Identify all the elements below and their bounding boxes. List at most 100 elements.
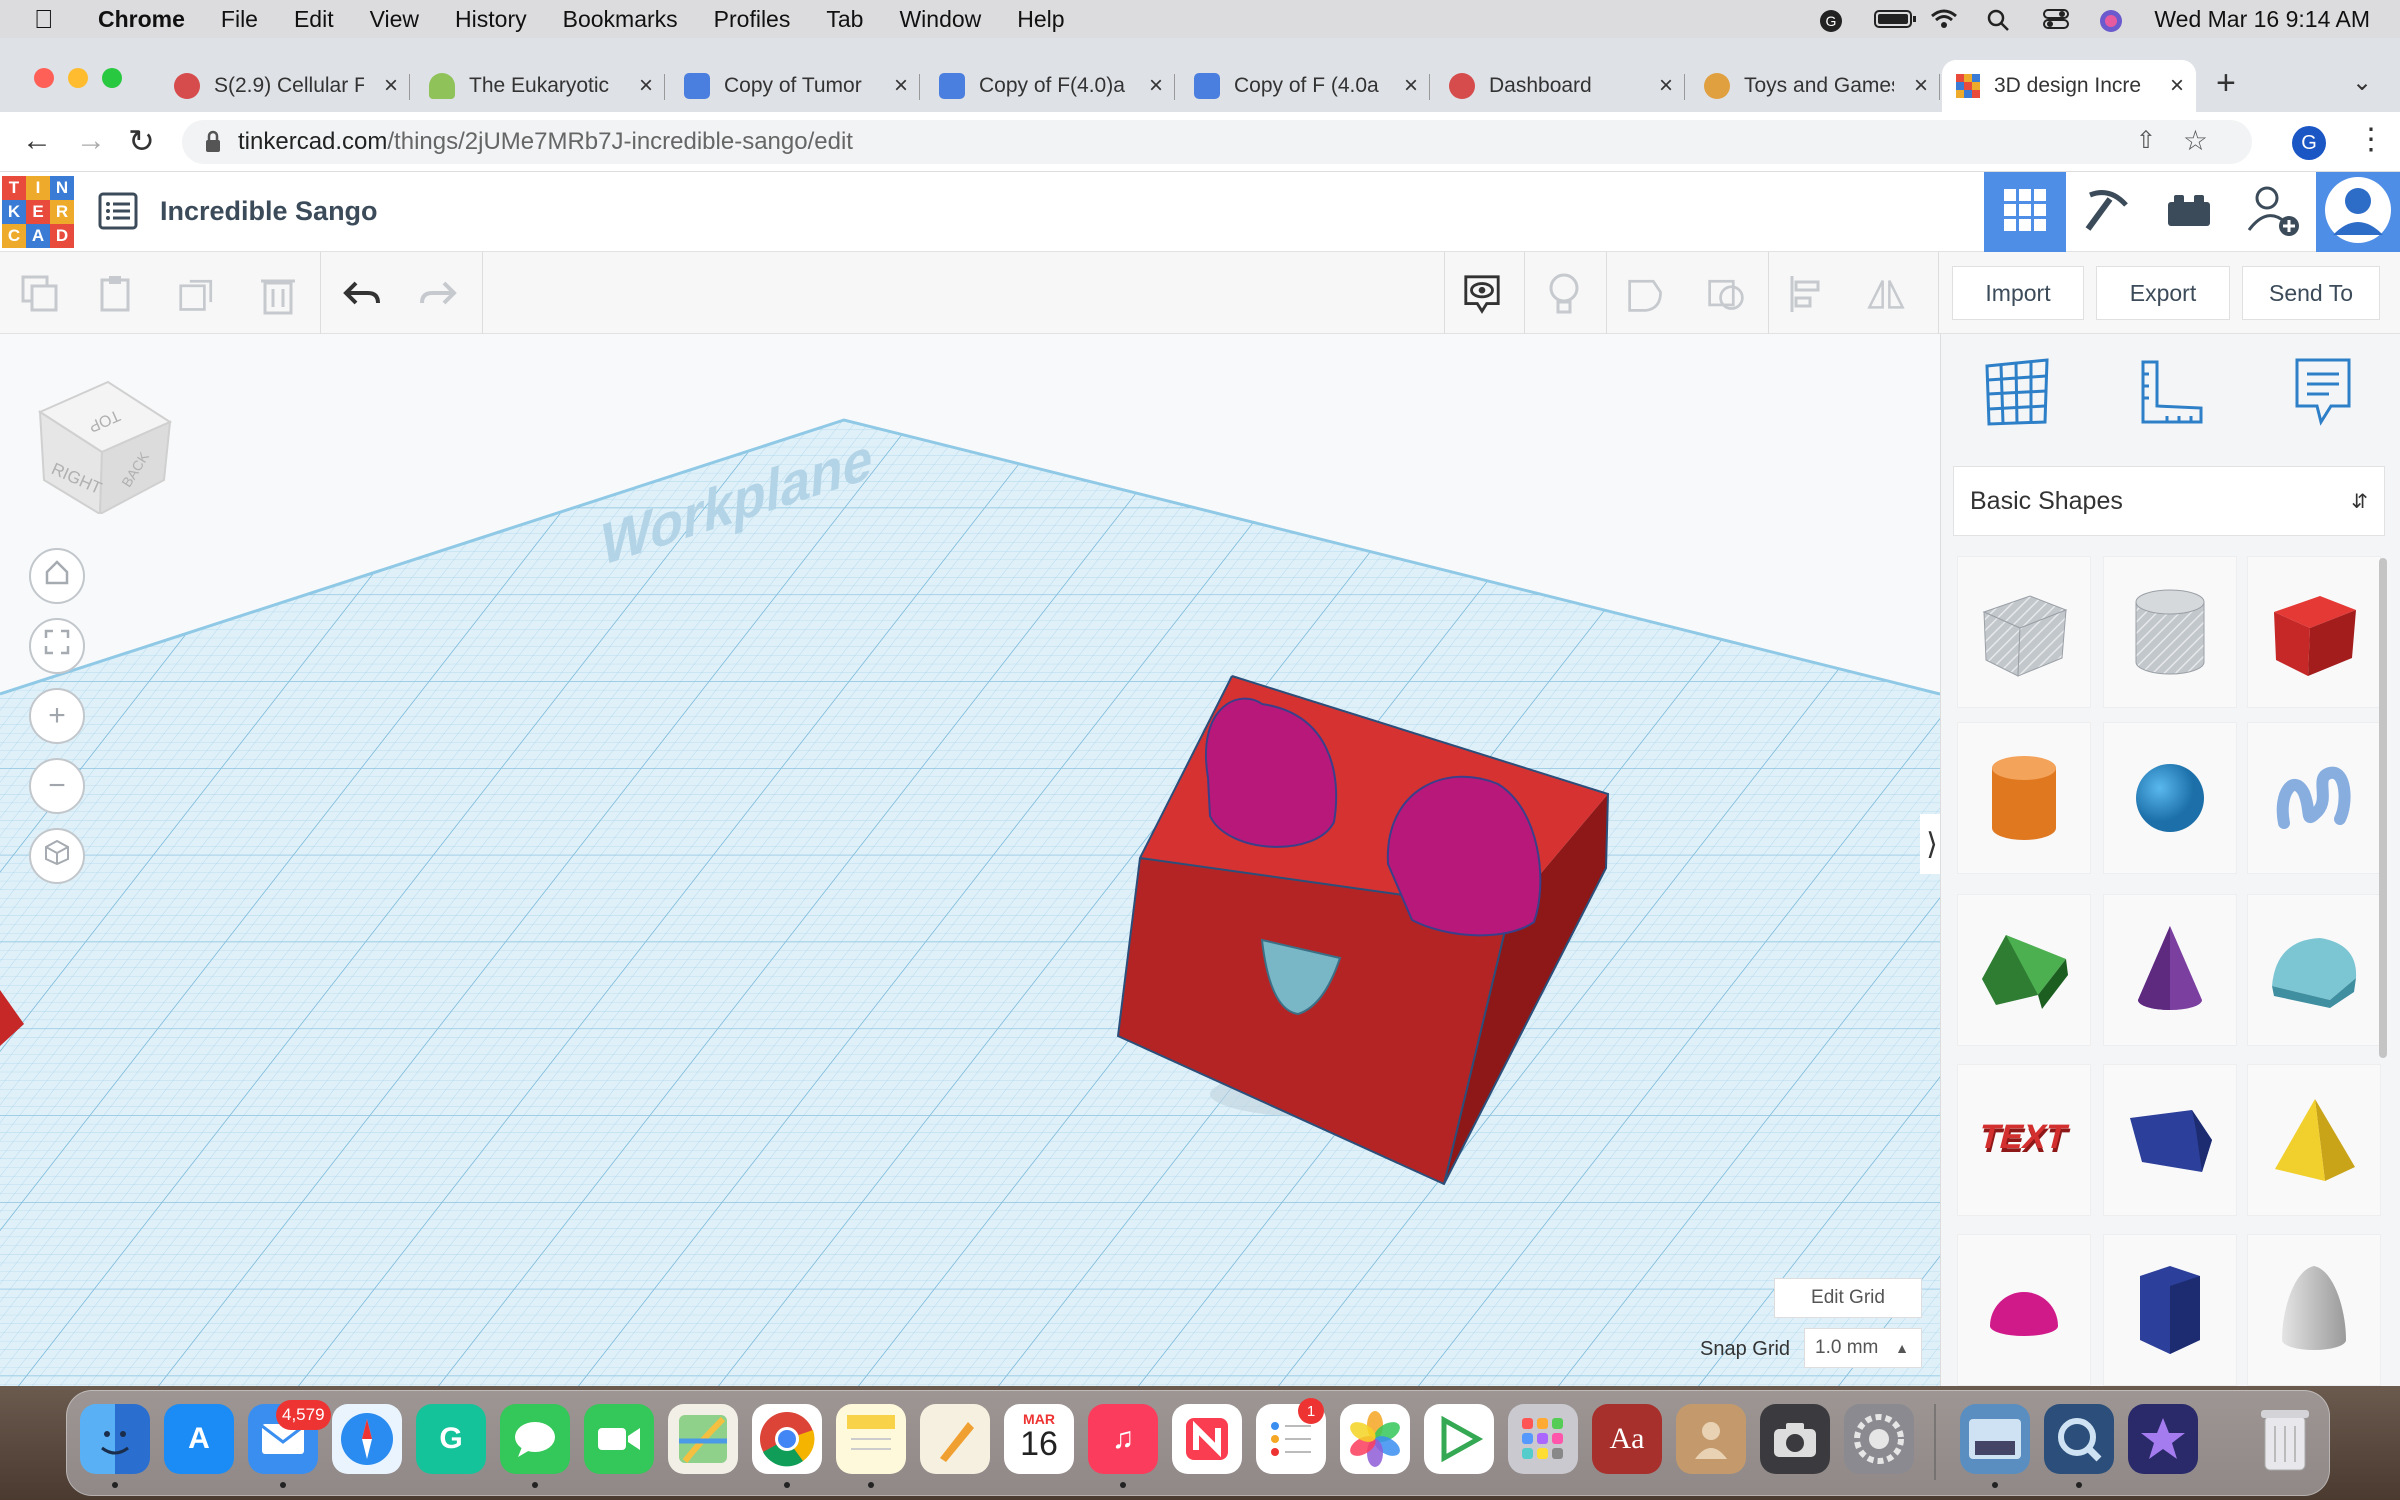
tab-close-icon[interactable]: × <box>1404 72 1418 100</box>
menu-history[interactable]: History <box>455 6 527 33</box>
notes-visibility-icon[interactable] <box>1462 274 1502 314</box>
paste-icon[interactable] <box>96 274 136 314</box>
browser-tab[interactable]: Copy of Tumor × <box>670 60 920 112</box>
new-tab-button[interactable]: + <box>2216 64 2236 103</box>
spotlight-search-icon[interactable] <box>1986 8 2014 31</box>
edit-grid-button[interactable]: Edit Grid <box>1774 1278 1922 1318</box>
magenta-half-sphere-right[interactable] <box>1386 775 1542 937</box>
shape-sphere[interactable] <box>2103 722 2237 874</box>
play-store-icon[interactable] <box>1424 1404 1494 1474</box>
share-icon[interactable]: ⇧ <box>2136 126 2156 155</box>
address-bar[interactable]: tinkercad.com/things/2jUMe7MRb7J-incredi… <box>182 120 2252 164</box>
browser-tab[interactable]: S(2.9) Cellular F × <box>160 60 410 112</box>
finder-icon[interactable] <box>80 1404 150 1474</box>
back-arrow-icon[interactable]: ← <box>22 124 52 158</box>
chrome-icon[interactable] <box>752 1404 822 1474</box>
browser-tab-active[interactable]: 3D design Incre × <box>1942 60 2196 112</box>
tab-close-icon[interactable]: × <box>639 72 653 100</box>
browser-tab[interactable]: Copy of F (4.0a × <box>1180 60 1430 112</box>
tab-close-icon[interactable]: × <box>894 72 908 100</box>
forward-arrow-icon[interactable]: → <box>76 124 106 158</box>
imovie-icon[interactable] <box>2128 1404 2198 1474</box>
menubar-clock[interactable]: Wed Mar 16 9:14 AM <box>2154 6 2370 33</box>
invite-user-button[interactable] <box>2232 172 2314 252</box>
launchpad-icon[interactable] <box>1508 1404 1578 1474</box>
menu-bookmarks[interactable]: Bookmarks <box>563 6 678 33</box>
delete-icon[interactable] <box>258 274 298 315</box>
zoom-in-button[interactable]: + <box>29 688 85 744</box>
app-store-icon[interactable]: A <box>164 1404 234 1474</box>
menu-file[interactable]: File <box>221 6 258 33</box>
calendar-icon[interactable]: MAR 16 <box>1004 1404 1074 1474</box>
window-zoom-button[interactable] <box>102 68 122 88</box>
chrome-menu-icon[interactable]: ⋮ <box>2356 122 2386 157</box>
send-to-button[interactable]: Send To <box>2242 266 2380 320</box>
control-center-icon[interactable] <box>2042 8 2070 30</box>
bricks-view-button[interactable] <box>2148 172 2230 252</box>
notes-tool-button[interactable] <box>2283 354 2363 434</box>
undo-icon[interactable] <box>342 274 382 314</box>
ungroup-icon[interactable] <box>1706 274 1746 314</box>
battery-icon[interactable] <box>1874 8 1917 30</box>
browser-tab[interactable]: Dashboard × <box>1435 60 1685 112</box>
tab-search-chevron-icon[interactable]: ⌄ <box>2352 68 2372 97</box>
window-minimize-button[interactable] <box>68 68 88 88</box>
shape-cylinder-hole[interactable] <box>2103 556 2237 708</box>
system-preferences-icon[interactable] <box>1844 1404 1914 1474</box>
menu-app-name[interactable]: Chrome <box>98 6 185 33</box>
siri-icon[interactable] <box>2098 8 2126 32</box>
tab-close-icon[interactable]: × <box>1659 72 1673 100</box>
browser-tab[interactable]: The Eukaryotic × <box>415 60 665 112</box>
dictionary-icon[interactable]: Aa <box>1592 1404 1662 1474</box>
blocks-view-button[interactable] <box>2066 172 2148 252</box>
browser-tab[interactable]: Copy of F(4.0)a × <box>925 60 1175 112</box>
apple-icon[interactable]:  <box>34 4 64 35</box>
design-title[interactable]: Incredible Sango <box>160 196 378 227</box>
user-avatar[interactable] <box>2316 172 2400 252</box>
shape-cylinder[interactable] <box>1957 722 2091 874</box>
photos-icon[interactable] <box>1340 1404 1410 1474</box>
tab-close-icon[interactable]: × <box>2170 72 2184 100</box>
shape-round-roof[interactable] <box>2247 894 2381 1046</box>
panel-collapse-toggle[interactable]: ⟩ <box>1920 814 1940 874</box>
shape-polygon[interactable] <box>2103 1234 2237 1386</box>
menu-help[interactable]: Help <box>1017 6 1064 33</box>
grammarly-icon[interactable]: G <box>416 1404 486 1474</box>
view-cube[interactable]: TOP RIGHT BACK <box>30 364 180 514</box>
shape-text[interactable]: TEXT TEXT <box>1957 1064 2091 1216</box>
shape-wedge[interactable] <box>2103 1064 2237 1216</box>
copy-icon[interactable] <box>20 274 60 314</box>
perspective-toggle-button[interactable] <box>29 828 85 884</box>
tab-close-icon[interactable]: × <box>1149 72 1163 100</box>
menu-tab[interactable]: Tab <box>826 6 863 33</box>
messages-icon[interactable] <box>500 1404 570 1474</box>
screenshot-icon[interactable] <box>1760 1404 1830 1474</box>
bookmark-star-icon[interactable]: ☆ <box>2183 124 2208 157</box>
recent-document-icon[interactable] <box>1960 1404 2030 1474</box>
browser-tab[interactable]: Toys and Games × <box>1690 60 1940 112</box>
snap-grid-select[interactable]: 1.0 mm ▲ <box>1804 1328 1922 1368</box>
quicktime-icon[interactable] <box>2044 1404 2114 1474</box>
menu-view[interactable]: View <box>370 6 419 33</box>
lock-icon[interactable] <box>204 130 222 161</box>
reload-icon[interactable]: ↻ <box>128 122 155 160</box>
trash-icon[interactable] <box>2250 1404 2320 1474</box>
profile-avatar[interactable]: G <box>2292 126 2326 160</box>
3d-viewport[interactable]: Workplane TOP RIGHT BACK + − ⟩ Edit Grid… <box>0 334 1940 1386</box>
export-button[interactable]: Export <box>2096 266 2230 320</box>
menu-edit[interactable]: Edit <box>294 6 334 33</box>
import-button[interactable]: Import <box>1952 266 2084 320</box>
group-icon[interactable] <box>1626 274 1666 314</box>
menu-window[interactable]: Window <box>899 6 981 33</box>
menu-profiles[interactable]: Profiles <box>714 6 791 33</box>
panel-scrollbar[interactable] <box>2379 558 2387 1058</box>
music-icon[interactable]: ♫ <box>1088 1404 1158 1474</box>
shape-cone[interactable] <box>2103 894 2237 1046</box>
zoom-out-button[interactable]: − <box>29 758 85 814</box>
facetime-icon[interactable] <box>584 1404 654 1474</box>
workplane-scene[interactable]: Workplane <box>0 334 1940 1386</box>
shape-box-hole[interactable] <box>1957 556 2091 708</box>
shape-pyramid[interactable] <box>2247 1064 2381 1216</box>
shape-paraboloid[interactable] <box>2247 1234 2381 1386</box>
shape-half-sphere[interactable] <box>1957 1234 2091 1386</box>
